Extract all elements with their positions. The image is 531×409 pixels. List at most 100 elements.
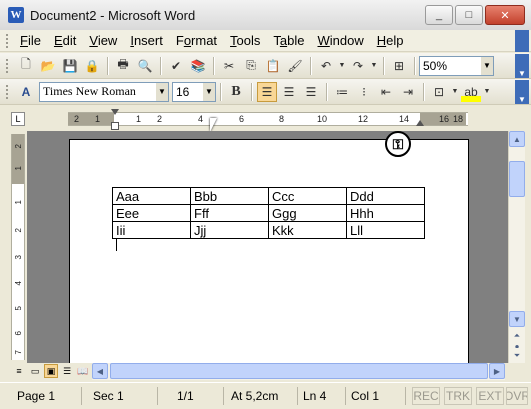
open-folder-icon[interactable]: 📂 xyxy=(38,56,58,76)
indent-marker-icon[interactable] xyxy=(111,109,119,115)
font-size-dropdown-icon[interactable]: ▼ xyxy=(203,82,215,101)
paste-icon[interactable]: 📋 xyxy=(263,56,283,76)
ovr-indicator[interactable]: OVR xyxy=(506,387,528,405)
toolbar-options-icon[interactable]: ▼ xyxy=(515,53,529,78)
document-page[interactable]: Aaa Bbb Ccc Ddd Eee Fff Ggg Hhh Iii Jjj … xyxy=(69,139,469,379)
font-dropdown-icon[interactable]: ▼ xyxy=(156,82,168,101)
menu-edit[interactable]: Edit xyxy=(49,33,84,48)
indent-marker-bottom-icon[interactable] xyxy=(111,122,119,130)
scroll-left-icon[interactable]: ◀ xyxy=(92,363,108,379)
web-layout-icon[interactable]: ▭ xyxy=(28,364,42,378)
copy-icon[interactable]: ⎘ xyxy=(241,56,261,76)
ruler-strip[interactable]: 2 1 1 2 4 6 8 10 12 14 16 18 xyxy=(68,112,468,126)
ext-indicator[interactable]: EXT xyxy=(476,387,504,405)
spelling-icon[interactable]: ✔ xyxy=(166,56,186,76)
table-row: Iii Jjj Kkk Lll xyxy=(112,221,425,239)
reading-layout-icon[interactable]: 📖 xyxy=(76,364,90,378)
table-cell[interactable]: Bbb xyxy=(190,187,269,205)
menu-view[interactable]: View xyxy=(84,33,125,48)
toolbar-options-icon-2[interactable]: ▼ xyxy=(515,79,529,104)
justify-icon[interactable]: ☰ xyxy=(301,82,321,102)
highlight-icon[interactable]: ab xyxy=(461,81,481,102)
highlight-dropdown-icon[interactable]: ▼ xyxy=(483,82,491,102)
lock-annotation-icon: ⚿ xyxy=(385,131,411,157)
undo-icon[interactable]: ↶ xyxy=(316,56,336,76)
borders-icon[interactable]: ⊡ xyxy=(429,82,449,102)
redo-dropdown-icon[interactable]: ▼ xyxy=(370,56,378,76)
format-painter-icon[interactable]: 🖌 xyxy=(285,56,305,76)
font-name-combo[interactable]: Times New Roman ▼ xyxy=(39,81,169,102)
increase-indent-icon[interactable]: ⇥ xyxy=(398,82,418,102)
table-cell[interactable]: Lll xyxy=(346,221,425,239)
document-table[interactable]: Aaa Bbb Ccc Ddd Eee Fff Ggg Hhh Iii Jjj … xyxy=(112,187,425,239)
horizontal-scrollbar[interactable]: ◀ ▶ xyxy=(92,363,505,380)
document-area[interactable]: Aaa Bbb Ccc Ddd Eee Fff Ggg Hhh Iii Jjj … xyxy=(27,131,508,379)
cut-icon[interactable]: ✂ xyxy=(219,56,239,76)
menu-window[interactable]: Window xyxy=(313,33,372,48)
insert-table-icon[interactable]: ⊞ xyxy=(389,56,409,76)
rec-indicator[interactable]: REC xyxy=(412,387,440,405)
borders-dropdown-icon[interactable]: ▼ xyxy=(451,82,459,102)
outline-view-icon[interactable]: ☰ xyxy=(60,364,74,378)
numbering-icon[interactable]: ≔ xyxy=(332,82,352,102)
mouse-cursor-icon xyxy=(210,118,217,132)
new-document-icon[interactable]: 🗋 xyxy=(16,56,36,76)
table-cell[interactable]: Ggg xyxy=(268,204,347,222)
menu-format[interactable]: Format xyxy=(171,33,225,48)
minimize-button[interactable]: _ xyxy=(425,5,453,25)
table-cell[interactable]: Aaa xyxy=(112,187,191,205)
table-cell[interactable]: Ccc xyxy=(268,187,347,205)
maximize-button[interactable]: □ xyxy=(455,5,483,25)
menu-help[interactable]: Help xyxy=(372,33,412,48)
normal-view-icon[interactable]: ≡ xyxy=(12,364,26,378)
font-name-value: Times New Roman xyxy=(43,84,136,98)
vertical-scroll-thumb[interactable] xyxy=(509,161,525,197)
toolbar-grip[interactable] xyxy=(6,84,9,99)
print-layout-icon[interactable]: ▣ xyxy=(44,364,58,378)
menubar-end xyxy=(515,30,529,52)
table-cell[interactable]: Eee xyxy=(112,204,191,222)
permission-icon[interactable]: 🔒 xyxy=(82,56,102,76)
table-cell[interactable]: Kkk xyxy=(268,221,347,239)
next-page-icon[interactable]: ⏷ xyxy=(509,348,525,364)
print-preview-icon[interactable]: 🔍 xyxy=(135,56,155,76)
redo-icon[interactable]: ↷ xyxy=(348,56,368,76)
close-button[interactable]: ✕ xyxy=(485,5,525,25)
align-center-icon[interactable]: ☰ xyxy=(279,82,299,102)
zoom-dropdown-icon[interactable]: ▼ xyxy=(481,56,493,75)
zoom-combo[interactable]: 50% ▼ xyxy=(419,55,494,76)
table-cell[interactable]: Iii xyxy=(112,221,191,239)
align-left-icon[interactable]: ☰ xyxy=(257,81,277,102)
table-cell[interactable]: Hhh xyxy=(346,204,425,222)
table-cell[interactable]: Jjj xyxy=(190,221,269,239)
scroll-up-icon[interactable]: ▲ xyxy=(509,131,525,147)
menu-tools[interactable]: Tools xyxy=(225,33,268,48)
menu-file[interactable]: File xyxy=(15,33,49,48)
table-cell[interactable]: Fff xyxy=(190,204,269,222)
save-icon[interactable]: 💾 xyxy=(60,56,80,76)
menu-table[interactable]: Table xyxy=(268,33,312,48)
undo-dropdown-icon[interactable]: ▼ xyxy=(338,56,346,76)
font-size-combo[interactable]: 16 ▼ xyxy=(172,81,216,102)
vertical-scrollbar[interactable]: ▲ ▼ ⏶ ● ⏷ xyxy=(508,131,525,364)
menu-insert[interactable]: Insert xyxy=(125,33,171,48)
research-icon[interactable]: 📚 xyxy=(188,56,208,76)
horizontal-scroll-thumb[interactable] xyxy=(110,363,488,379)
trk-indicator[interactable]: TRK xyxy=(444,387,472,405)
word-app-icon[interactable]: W xyxy=(8,7,24,23)
table-cell[interactable]: Ddd xyxy=(346,187,425,205)
decrease-indent-icon[interactable]: ⇤ xyxy=(376,82,396,102)
toolbar-grip[interactable] xyxy=(6,58,9,73)
menubar-grip[interactable] xyxy=(6,33,9,48)
status-bar: Page 1 Sec 1 1/1 At 5,2cm Ln 4 Col 1 REC… xyxy=(0,382,531,409)
tab-selector-icon[interactable]: L xyxy=(11,112,25,126)
scroll-right-icon[interactable]: ▶ xyxy=(489,363,505,379)
right-indent-icon[interactable] xyxy=(416,120,424,126)
print-icon[interactable]: 🖶 xyxy=(113,56,133,76)
horizontal-ruler[interactable]: L 2 1 1 2 4 6 8 10 12 14 16 18 xyxy=(0,106,531,132)
styles-icon[interactable]: A xyxy=(16,82,36,102)
scroll-down-icon[interactable]: ▼ xyxy=(509,311,525,327)
bullets-icon[interactable]: ⁝ xyxy=(354,82,374,102)
vertical-ruler[interactable]: 2 1 1 2 3 4 5 6 7 xyxy=(11,134,25,360)
bold-button[interactable]: B xyxy=(226,82,246,102)
